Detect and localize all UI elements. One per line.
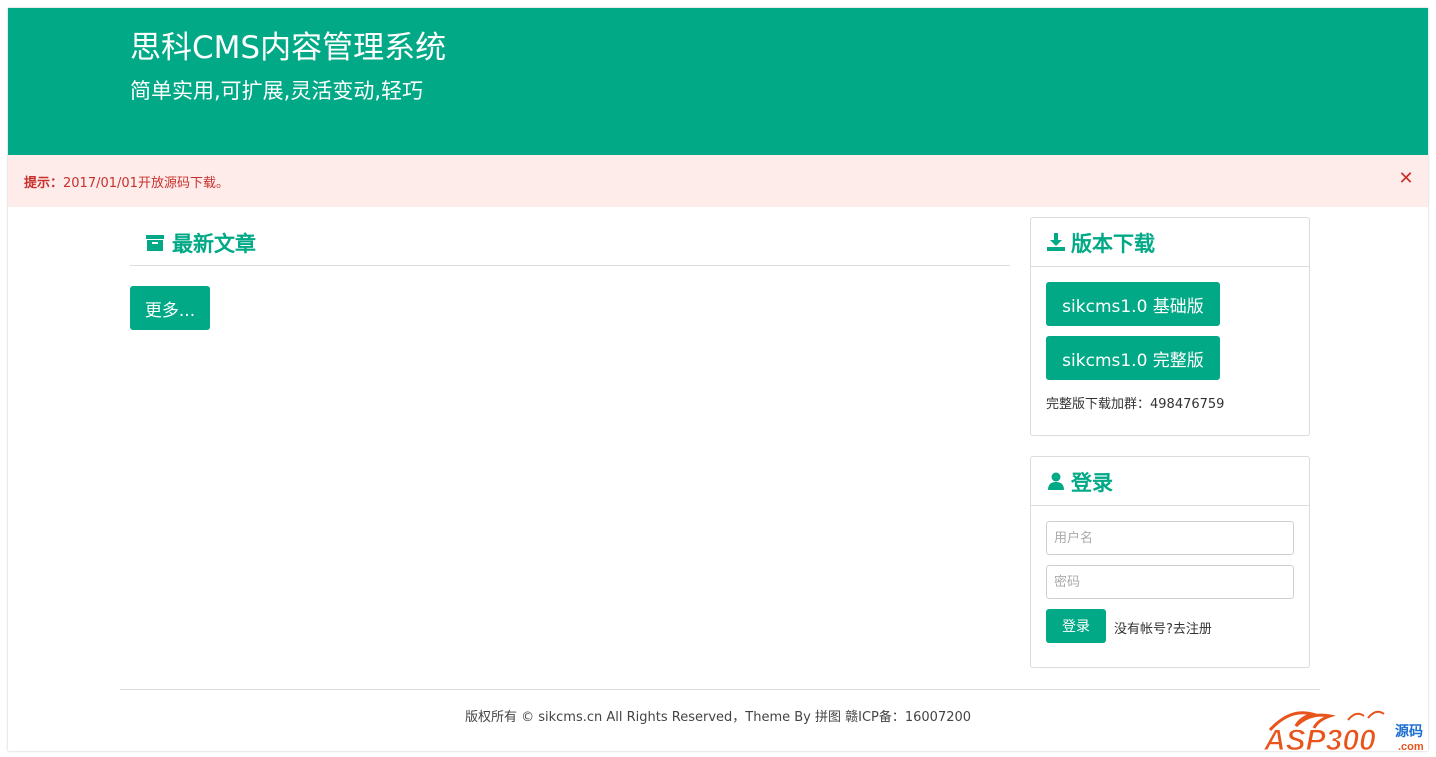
footer-copyright: 版权所有 © sikcms.cn All Rights Reserved，The…	[464, 710, 972, 725]
logo-suffix: 源码	[1395, 723, 1423, 740]
site-tagline: 简单实用,可扩展,灵活变动,轻巧	[130, 79, 424, 103]
page-frame: 思科CMS内容管理系统 简单实用,可扩展,灵活变动,轻巧 提示：2017/01/…	[8, 8, 1428, 751]
notice-text: 提示：2017/01/01开放源码下载。	[24, 172, 229, 191]
user-icon	[1048, 472, 1064, 490]
download-basic-button[interactable]: sikcms1.0 基础版	[1046, 282, 1220, 326]
notice-message: 2017/01/01开放源码下载。	[63, 176, 229, 191]
latest-articles-header: 最新文章	[130, 226, 1010, 266]
archive-icon	[146, 235, 164, 251]
logo-domain: .com	[1398, 741, 1424, 752]
password-input[interactable]	[1046, 565, 1294, 599]
logo-brand: ASP300	[1263, 724, 1376, 752]
download-panel-header: 版本下载	[1031, 218, 1309, 267]
download-panel-title: 版本下载	[1071, 232, 1155, 256]
download-panel: 版本下载 sikcms1.0 基础版 sikcms1.0 完整版 完整版下载加群…	[1030, 217, 1310, 436]
close-icon[interactable]: ✕	[1396, 168, 1416, 190]
download-icon	[1047, 233, 1065, 251]
footer-divider	[120, 689, 1320, 690]
site-title[interactable]: 思科CMS内容管理系统	[130, 22, 446, 67]
asp300-logo: ASP300 源码 .com	[1263, 710, 1424, 752]
login-panel-title: 登录	[1071, 471, 1113, 495]
login-button[interactable]: 登录	[1046, 609, 1106, 643]
more-articles-button[interactable]: 更多...	[130, 286, 210, 330]
notice-label: 提示：	[24, 176, 64, 191]
latest-articles-title: 最新文章	[172, 232, 256, 256]
username-input[interactable]	[1046, 521, 1294, 555]
login-panel-header: 登录	[1031, 457, 1309, 506]
site-header: 思科CMS内容管理系统 简单实用,可扩展,灵活变动,轻巧	[8, 8, 1428, 155]
register-link[interactable]: 没有帐号?去注册	[1114, 618, 1212, 637]
login-panel: 登录 登录 没有帐号?去注册	[1030, 456, 1310, 668]
download-full-button[interactable]: sikcms1.0 完整版	[1046, 336, 1220, 380]
notice-alert: 提示：2017/01/01开放源码下载。 ✕	[8, 155, 1428, 207]
download-group-note: 完整版下载加群：498476759	[1046, 397, 1225, 412]
